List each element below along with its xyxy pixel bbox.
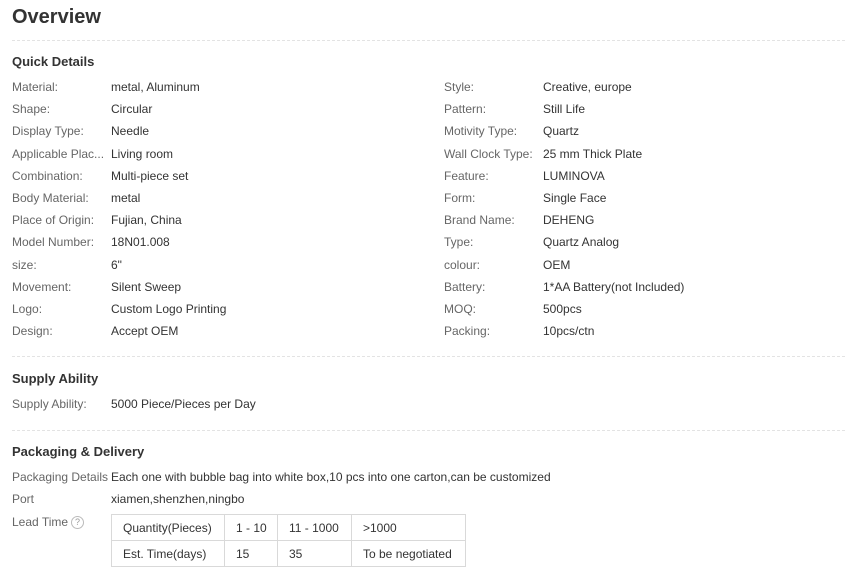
detail-label: Body Material: <box>12 191 89 205</box>
detail-label: Motivity Type: <box>444 124 518 138</box>
detail-label: Packing: <box>444 324 491 338</box>
detail-value: 500pcs <box>543 302 582 316</box>
detail-label: size: <box>12 258 37 272</box>
detail-label: Model Number: <box>12 235 95 249</box>
table-cell: >1000 <box>351 514 466 541</box>
packaging-details-label: Packaging Details <box>12 470 109 484</box>
supply-ability-heading: Supply Ability <box>12 371 99 386</box>
detail-value: Silent Sweep <box>111 280 182 294</box>
detail-label: Shape: <box>12 102 51 116</box>
detail-label: MOQ: <box>444 302 476 316</box>
table-cell: 15 <box>224 540 278 567</box>
lead-time-label-text: Lead Time <box>12 515 69 529</box>
detail-value: Fujian, China <box>111 213 182 227</box>
detail-value: 6" <box>111 258 122 272</box>
detail-value: 1*AA Battery(not Included) <box>543 280 685 294</box>
port-value: xiamen,shenzhen,ningbo <box>111 492 245 506</box>
detail-value: Quartz Analog <box>543 235 620 249</box>
detail-label: Movement: <box>12 280 72 294</box>
divider <box>12 430 845 431</box>
detail-label: Feature: <box>444 169 489 183</box>
detail-value: metal <box>111 191 141 205</box>
detail-value: Single Face <box>543 191 607 205</box>
detail-label: Wall Clock Type: <box>444 147 533 161</box>
quick-details-heading: Quick Details <box>12 54 95 69</box>
lead-time-label: Lead Time? <box>12 515 107 529</box>
packaging-delivery-heading: Packaging & Delivery <box>12 444 145 459</box>
detail-value: LUMINOVA <box>543 169 605 183</box>
divider <box>12 40 845 41</box>
detail-value: metal, Aluminum <box>111 80 200 94</box>
table-cell: Est. Time(days) <box>111 540 225 567</box>
detail-value: Creative, europe <box>543 80 632 94</box>
detail-label: Brand Name: <box>444 213 515 227</box>
table-cell: Quantity(Pieces) <box>111 514 225 541</box>
detail-label: Display Type: <box>12 124 84 138</box>
detail-label: Applicable Plac... <box>12 147 105 161</box>
detail-value: Accept OEM <box>111 324 179 338</box>
table-cell: 11 - 1000 <box>277 514 352 541</box>
table-row: Quantity(Pieces) 1 - 10 11 - 1000 >1000 <box>111 514 466 541</box>
detail-value: Circular <box>111 102 153 116</box>
detail-label: Battery: <box>444 280 486 294</box>
supply-ability-value: 5000 Piece/Pieces per Day <box>111 397 256 411</box>
supply-ability-label: Supply Ability: <box>12 397 87 411</box>
detail-label: Material: <box>12 80 59 94</box>
detail-value: Quartz <box>543 124 580 138</box>
detail-label: Type: <box>444 235 474 249</box>
detail-label: Pattern: <box>444 102 487 116</box>
detail-value: 10pcs/ctn <box>543 324 595 338</box>
detail-value: DEHENG <box>543 213 595 227</box>
detail-value: 25 mm Thick Plate <box>543 147 643 161</box>
detail-value: Multi-piece set <box>111 169 189 183</box>
port-label: Port <box>12 492 35 506</box>
detail-label: Style: <box>444 80 475 94</box>
page-title: Overview <box>12 6 101 28</box>
detail-value: OEM <box>543 258 571 272</box>
detail-value: Still Life <box>543 102 586 116</box>
lead-time-table: Quantity(Pieces) 1 - 10 11 - 1000 >1000 … <box>111 514 466 567</box>
detail-value: Needle <box>111 124 150 138</box>
table-cell: 1 - 10 <box>224 514 278 541</box>
detail-label: Combination: <box>12 169 83 183</box>
detail-value: 18N01.008 <box>111 235 170 249</box>
detail-label: Form: <box>444 191 476 205</box>
detail-value: Custom Logo Printing <box>111 302 227 316</box>
detail-label: Place of Origin: <box>12 213 95 227</box>
table-cell: To be negotiated <box>351 540 466 567</box>
question-circle-icon[interactable]: ? <box>71 516 85 529</box>
packaging-details-value: Each one with bubble bag into white box,… <box>111 470 551 484</box>
detail-label: Logo: <box>12 302 43 316</box>
table-cell: 35 <box>277 540 352 567</box>
table-row: Est. Time(days) 15 35 To be negotiated <box>111 540 466 567</box>
detail-label: Design: <box>12 324 53 338</box>
detail-value: Living room <box>111 147 174 161</box>
divider <box>12 356 845 357</box>
detail-label: colour: <box>444 258 481 272</box>
